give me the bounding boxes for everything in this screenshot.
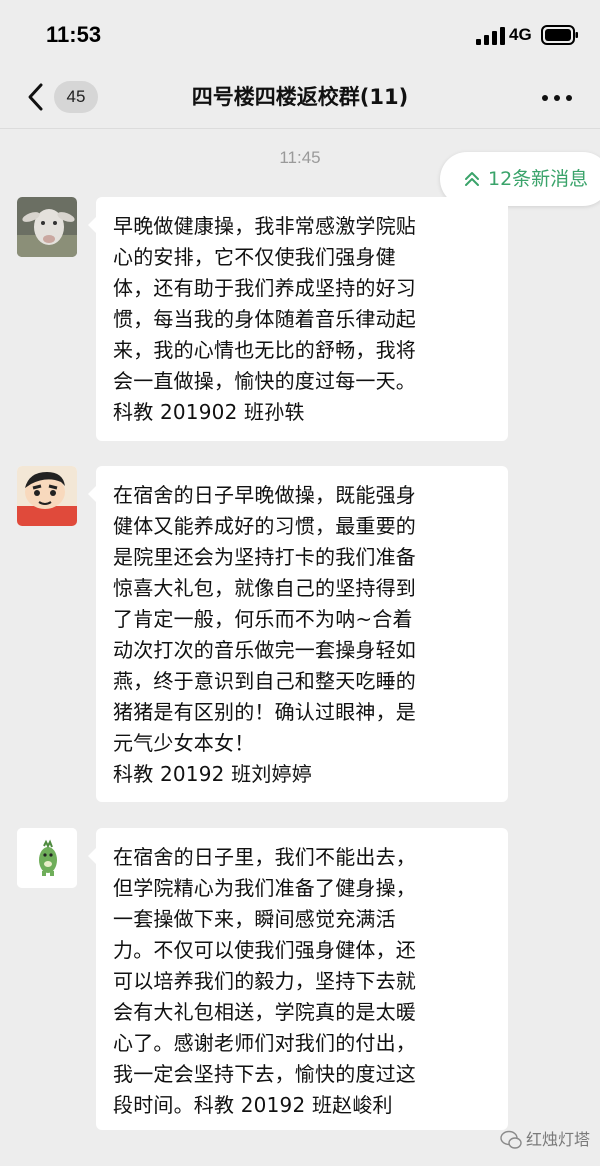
signal-icon bbox=[476, 27, 505, 45]
chat-header: 45 四号楼四楼返校群(11) bbox=[0, 66, 600, 129]
goat-avatar-icon bbox=[17, 197, 77, 257]
network-label: 4G bbox=[509, 25, 532, 44]
status-bar: 11:53 4G bbox=[0, 0, 600, 66]
cartoon-boy-avatar-icon bbox=[17, 466, 77, 526]
message-bubble[interactable]: 早晚做健康操，我非常感激学院贴 心的安排，它不仅使我们强身健 体，还有助于我们养… bbox=[88, 197, 508, 441]
back-chevron-icon[interactable] bbox=[26, 82, 46, 112]
message-bubble[interactable]: 在宿舍的日子里，我们不能出去， 但学院精心为我们准备了健身操， 一套操做下来，瞬… bbox=[88, 828, 508, 1130]
watermark-text: 红烛灯塔 bbox=[526, 1130, 591, 1149]
wechat-icon bbox=[500, 1130, 522, 1149]
message-text: 在宿舍的日子里，我们不能出去， 但学院精心为我们准备了健身操， 一套操做下来，瞬… bbox=[113, 845, 416, 1117]
message-bubble[interactable]: 在宿舍的日子早晚做操，既能强身 健体又能养成好的习惯，最重要的 是院里还会为坚持… bbox=[88, 466, 508, 802]
more-options-icon[interactable] bbox=[540, 88, 574, 108]
status-time: 11:53 bbox=[46, 22, 102, 47]
message-timestamp: 11:45 bbox=[279, 148, 321, 167]
chat-title: 四号楼四楼返校群(11) bbox=[191, 85, 409, 109]
battery-icon bbox=[541, 25, 578, 45]
avatar-goat[interactable] bbox=[17, 197, 77, 257]
avatar-dinosaur[interactable] bbox=[17, 828, 77, 888]
new-messages-label: 12条新消息 bbox=[488, 168, 589, 190]
avatar-cartoon-boy[interactable] bbox=[17, 466, 77, 526]
unread-count-badge[interactable]: 45 bbox=[54, 81, 98, 113]
message-text: 早晚做健康操，我非常感激学院贴 心的安排，它不仅使我们强身健 体，还有助于我们养… bbox=[113, 214, 416, 424]
message-text: 在宿舍的日子早晚做操，既能强身 健体又能养成好的习惯，最重要的 是院里还会为坚持… bbox=[113, 483, 416, 786]
double-chevron-up-icon bbox=[465, 172, 479, 186]
green-dinosaur-avatar-icon bbox=[17, 828, 77, 888]
